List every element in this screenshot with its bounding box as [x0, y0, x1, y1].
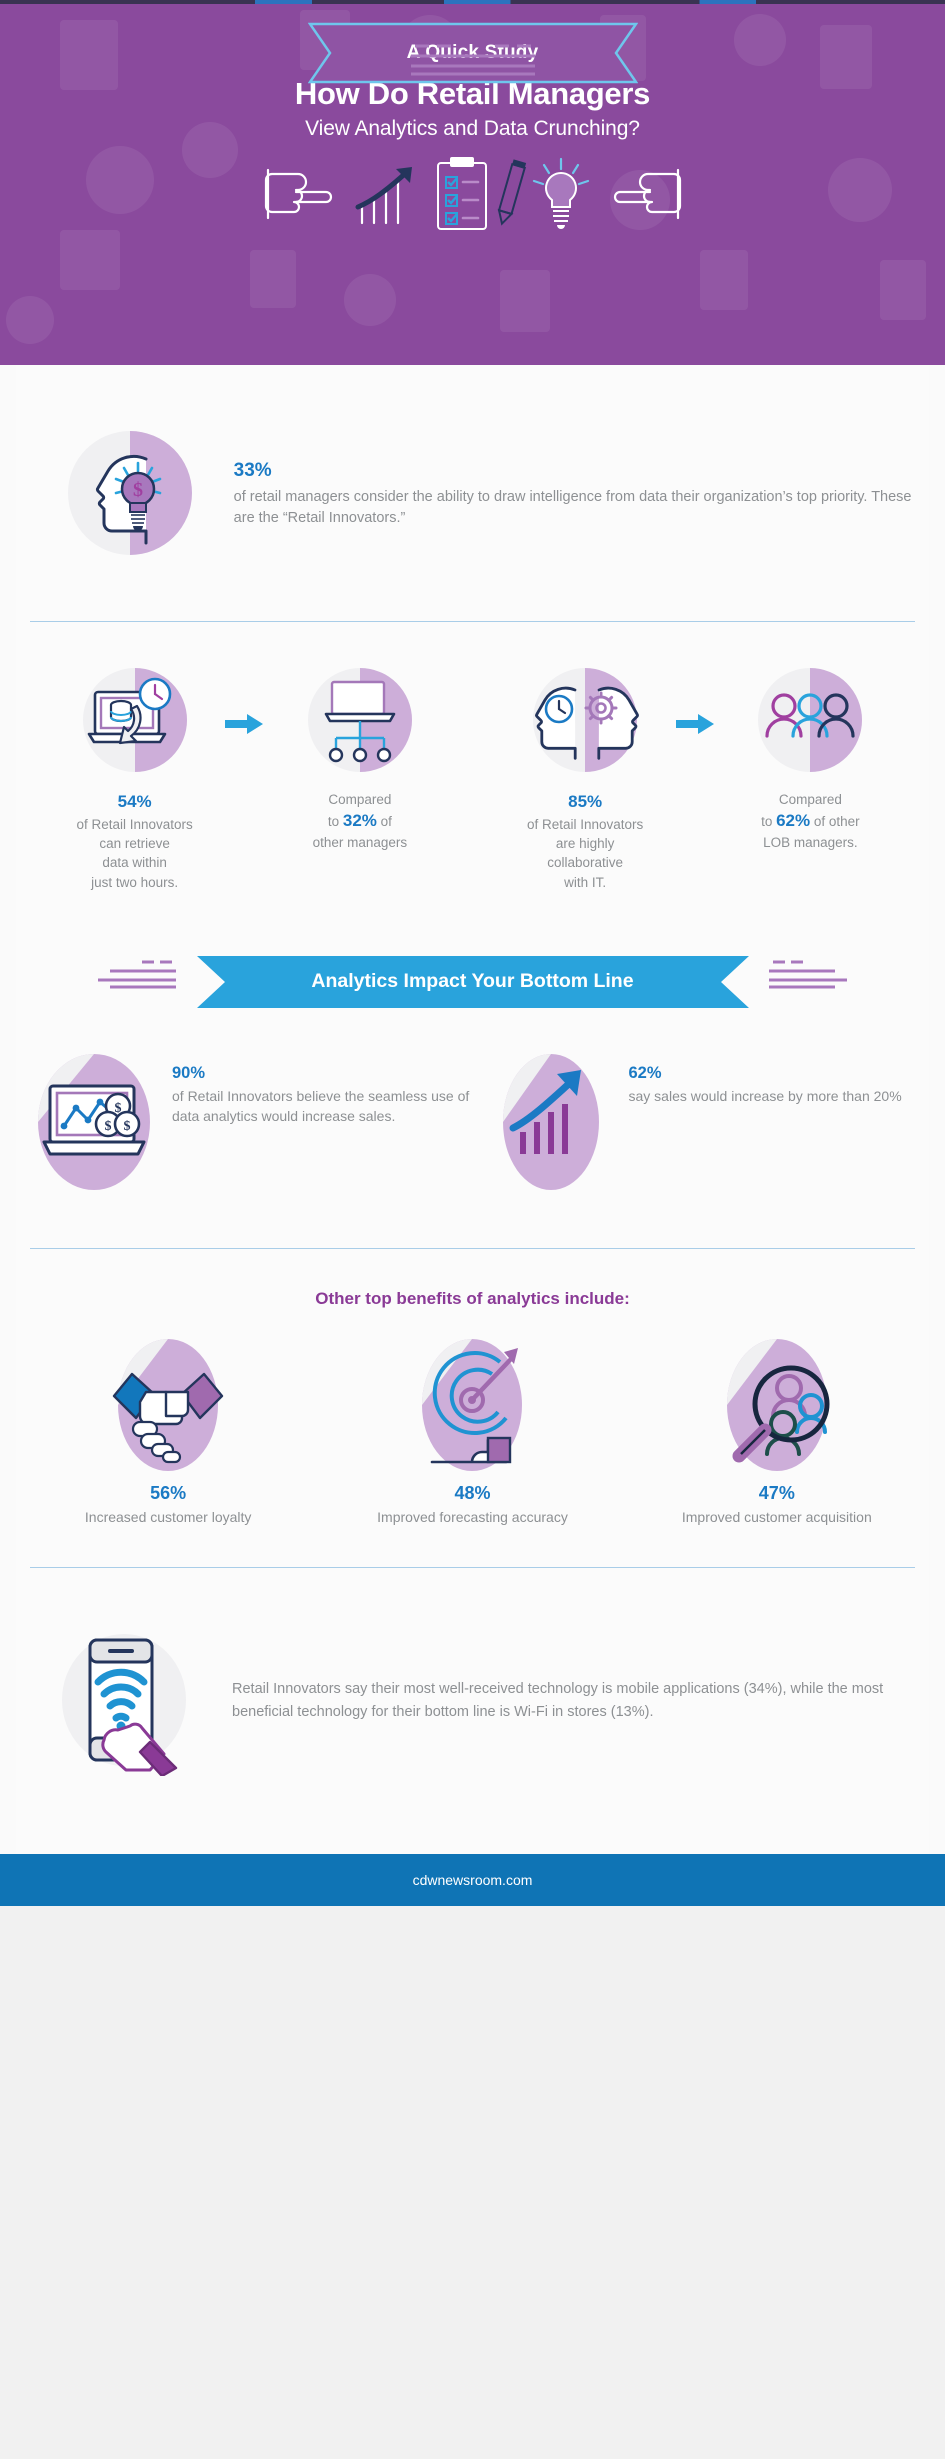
stat-compare-2-pre: Compared: [778, 792, 842, 807]
benefit-item-3: 47% Improved customer acquisition: [625, 1338, 929, 1527]
stat-compare-1-caption: Compared to 32% of other managers: [247, 790, 472, 852]
benefits-section: Other top benefits of analytics include:: [16, 1249, 929, 1567]
stat-compare-1-post: other managers: [312, 835, 408, 851]
stat-primary-2-percent: 85%: [568, 792, 603, 811]
stat-compare-2: Compared to 62% of other LOB managers.: [698, 664, 923, 892]
svg-text:$: $: [124, 1119, 131, 1134]
stat-primary-2-line-0: of Retail Innovators: [526, 817, 644, 833]
benefit-percent-1: 56%: [150, 1482, 187, 1503]
bottom-line-item-2: 62% say sales would increase by more tha…: [473, 1046, 930, 1198]
benefit-percent-2: 48%: [454, 1482, 491, 1503]
arrow-right-icon: [675, 714, 714, 734]
intro-body: of retail managers consider the ability …: [233, 488, 912, 526]
bottom-line-item-1: $ $ $ 90% of Retail Innovators believe t…: [16, 1046, 473, 1198]
banner-dashes-left: [98, 960, 176, 989]
banner-dashes-right: [769, 960, 847, 989]
decorative-lines-right: [410, 44, 515, 76]
bottom-line-body-1: of Retail Innovators believe the seamles…: [172, 1088, 470, 1125]
banner-label: Analytics Impact Your Bottom Line: [311, 970, 634, 993]
stat-compare-2-post: LOB managers.: [763, 835, 858, 851]
intro-percent: 33%: [233, 460, 272, 482]
bottom-line-body-2: say sales would increase by more than 20…: [628, 1088, 902, 1105]
benefit-label-2: Improved forecasting accuracy: [377, 1508, 568, 1525]
stat-primary-1-percent: 54%: [117, 792, 152, 811]
benefits-heading: Other top benefits of analytics include:: [315, 1288, 630, 1308]
svg-text:$: $: [133, 479, 143, 501]
stat-primary-1-line-2: data within: [102, 855, 167, 871]
three-people-icon: [698, 664, 923, 776]
stat-compare-2-suffix: of other: [810, 814, 860, 830]
stat-primary-2-caption: 85% of Retail Innovators are highly coll…: [473, 790, 698, 892]
bottom-line-section: $ $ $ 90% of Retail Innovators believe t…: [16, 1020, 929, 1248]
arrow-right-icon: [225, 714, 264, 734]
footer-link[interactable]: cdwnewsroom.com: [413, 1872, 533, 1888]
stat-compare-2-caption: Compared to 62% of other LOB managers.: [698, 790, 923, 852]
stat-primary-1-line-3: just two hours.: [91, 874, 179, 890]
stat-primary-1-line-0: of Retail Innovators: [76, 817, 193, 833]
intro-section: $ 33% of retail managers consider the ab…: [16, 365, 929, 621]
benefit-percent-3: 47%: [758, 1482, 795, 1503]
stat-group-2: 85% of Retail Innovators are highly coll…: [473, 664, 924, 892]
bottom-line-percent-2: 62%: [628, 1063, 662, 1082]
stat-compare-2-percent: 62%: [776, 811, 811, 831]
banner-shape: Analytics Impact Your Bottom Line: [196, 955, 749, 1008]
stat-primary-1: 54% of Retail Innovators can retrieve da…: [22, 664, 264, 892]
benefits-list: 56% Increased customer loyalty 48% Impro…: [16, 1338, 929, 1527]
stat-compare-2-prefix: to: [761, 814, 777, 830]
head-lightbulb-dollar-icon: $: [50, 423, 210, 563]
benefit-item-1: 56% Increased customer loyalty: [16, 1338, 320, 1527]
footer: cdwnewsroom.com: [0, 1854, 945, 1907]
stat-primary-1-line-1: can retrieve: [99, 836, 170, 852]
mobile-tech-body: Retail Innovators say their most well-re…: [232, 1680, 884, 1721]
header: A Quick Study How Do Retail Managers Vie…: [0, 0, 945, 365]
smartphone-wifi-hand-icon: [46, 1626, 216, 1777]
quick-study-ribbon: A Quick Study: [307, 0, 638, 84]
stat-primary-2-line-1: are highly: [555, 836, 615, 852]
stat-primary-2-line-2: collaborative: [547, 855, 624, 871]
svg-text:$: $: [105, 1119, 112, 1134]
bottom-line-banner: Analytics Impact Your Bottom Line: [16, 944, 929, 1020]
stat-primary-1-caption: 54% of Retail Innovators can retrieve da…: [22, 790, 247, 892]
laptop-chart-coins-icon: $ $ $: [16, 1046, 172, 1198]
stat-compare-1-pre: Compared: [328, 792, 392, 807]
benefit-label-3: Improved customer acquisition: [681, 1508, 872, 1525]
stat-primary-2-line-3: with IT.: [564, 874, 607, 890]
handshake-icon: [16, 1338, 320, 1471]
bottom-line-percent-1: 90%: [172, 1063, 206, 1082]
stat-compare-1-percent: 32%: [342, 811, 377, 831]
mobile-tech-section: Retail Innovators say their most well-re…: [16, 1568, 929, 1836]
target-arrow-icon: [320, 1338, 624, 1471]
bottom-line-text-2: 62% say sales would increase by more tha…: [629, 1046, 902, 1107]
growth-arrow-bars-icon: [473, 1046, 629, 1198]
two-heads-gear-clock-icon: [473, 664, 698, 776]
bottom-line-text-1: 90% of Retail Innovators believe the sea…: [172, 1046, 473, 1127]
stat-group-1: 54% of Retail Innovators can retrieve da…: [22, 664, 473, 892]
stats-section: 54% of Retail Innovators can retrieve da…: [16, 622, 929, 920]
stat-primary-2: 85% of Retail Innovators are highly coll…: [473, 664, 714, 892]
infographic-page: A Quick Study How Do Retail Managers Vie…: [0, 0, 945, 1907]
laptop-database-clock-icon: [22, 664, 247, 776]
stat-compare-1-prefix: to: [327, 814, 343, 830]
intro-text-block: 33% of retail managers consider the abil…: [234, 457, 929, 529]
laptop-network-icon: [247, 664, 472, 776]
stat-compare-1: Compared to 32% of other managers: [247, 664, 472, 892]
benefit-label-1: Increased customer loyalty: [84, 1508, 252, 1525]
stat-compare-1-suffix: of: [376, 814, 392, 830]
content-card: $ 33% of retail managers consider the ab…: [16, 365, 929, 1855]
magnifier-people-icon: [625, 1338, 929, 1471]
benefit-item-2: 48% Improved forecasting accuracy: [320, 1338, 624, 1527]
